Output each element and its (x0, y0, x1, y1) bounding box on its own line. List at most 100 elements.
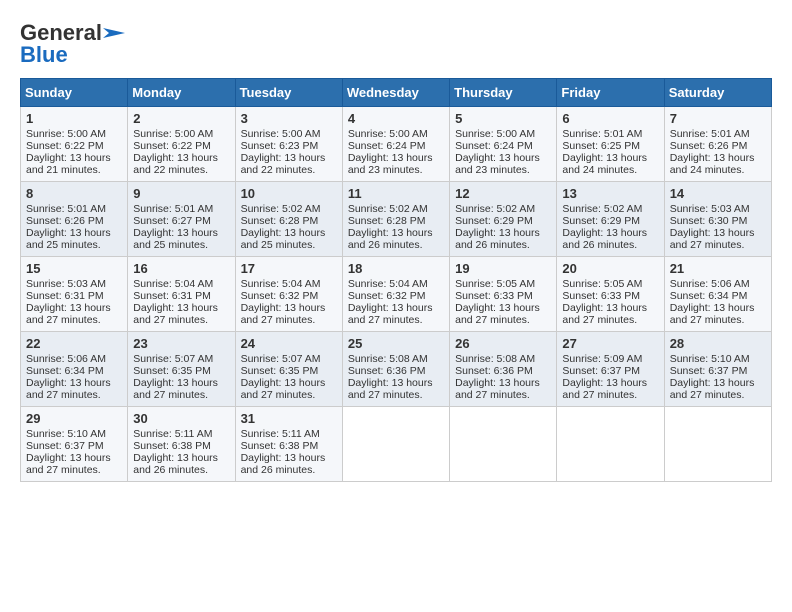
day-number: 23 (133, 336, 229, 351)
day-number: 10 (241, 186, 337, 201)
daylight-label: Daylight: 13 hours (26, 302, 111, 314)
daylight-minutes: and 23 minutes. (455, 164, 530, 176)
sunset-label: Sunset: 6:24 PM (348, 140, 426, 152)
week-row-1: 1 Sunrise: 5:00 AM Sunset: 6:22 PM Dayli… (21, 107, 772, 182)
sunrise-label: Sunrise: 5:01 AM (562, 128, 642, 140)
sunrise-label: Sunrise: 5:11 AM (241, 428, 320, 440)
sunset-label: Sunset: 6:27 PM (133, 215, 211, 227)
day-number: 26 (455, 336, 551, 351)
daylight-label: Daylight: 13 hours (26, 227, 111, 239)
sunset-label: Sunset: 6:34 PM (26, 365, 104, 377)
header-thursday: Thursday (450, 79, 557, 107)
day-cell: 31 Sunrise: 5:11 AM Sunset: 6:38 PM Dayl… (235, 407, 342, 482)
day-cell: 14 Sunrise: 5:03 AM Sunset: 6:30 PM Dayl… (664, 182, 771, 257)
daylight-minutes: and 27 minutes. (348, 314, 423, 326)
day-cell: 5 Sunrise: 5:00 AM Sunset: 6:24 PM Dayli… (450, 107, 557, 182)
daylight-label: Daylight: 13 hours (562, 152, 647, 164)
sunrise-label: Sunrise: 5:03 AM (670, 203, 750, 215)
day-cell (557, 407, 664, 482)
sunset-label: Sunset: 6:36 PM (455, 365, 533, 377)
sunrise-label: Sunrise: 5:04 AM (348, 278, 428, 290)
sunrise-label: Sunrise: 5:00 AM (241, 128, 321, 140)
daylight-minutes: and 25 minutes. (133, 239, 208, 251)
daylight-minutes: and 27 minutes. (133, 314, 208, 326)
calendar-table: SundayMondayTuesdayWednesdayThursdayFrid… (20, 78, 772, 482)
day-cell: 13 Sunrise: 5:02 AM Sunset: 6:29 PM Dayl… (557, 182, 664, 257)
sunset-label: Sunset: 6:33 PM (455, 290, 533, 302)
day-cell: 9 Sunrise: 5:01 AM Sunset: 6:27 PM Dayli… (128, 182, 235, 257)
sunrise-label: Sunrise: 5:06 AM (670, 278, 750, 290)
daylight-label: Daylight: 13 hours (241, 302, 326, 314)
week-row-4: 22 Sunrise: 5:06 AM Sunset: 6:34 PM Dayl… (21, 332, 772, 407)
daylight-minutes: and 27 minutes. (26, 389, 101, 401)
sunrise-label: Sunrise: 5:09 AM (562, 353, 642, 365)
sunset-label: Sunset: 6:25 PM (562, 140, 640, 152)
day-number: 4 (348, 111, 444, 126)
sunrise-label: Sunrise: 5:10 AM (670, 353, 750, 365)
logo-blue: Blue (20, 42, 68, 68)
day-number: 17 (241, 261, 337, 276)
daylight-label: Daylight: 13 hours (133, 302, 218, 314)
daylight-minutes: and 27 minutes. (241, 389, 316, 401)
sunset-label: Sunset: 6:29 PM (455, 215, 533, 227)
day-cell: 20 Sunrise: 5:05 AM Sunset: 6:33 PM Dayl… (557, 257, 664, 332)
day-cell: 29 Sunrise: 5:10 AM Sunset: 6:37 PM Dayl… (21, 407, 128, 482)
header-monday: Monday (128, 79, 235, 107)
sunset-label: Sunset: 6:35 PM (241, 365, 319, 377)
sunrise-label: Sunrise: 5:11 AM (133, 428, 212, 440)
daylight-minutes: and 26 minutes. (241, 464, 316, 476)
sunset-label: Sunset: 6:37 PM (562, 365, 640, 377)
sunset-label: Sunset: 6:24 PM (455, 140, 533, 152)
day-cell: 21 Sunrise: 5:06 AM Sunset: 6:34 PM Dayl… (664, 257, 771, 332)
day-number: 8 (26, 186, 122, 201)
page-header: General Blue (20, 20, 772, 68)
sunset-label: Sunset: 6:34 PM (670, 290, 748, 302)
daylight-minutes: and 27 minutes. (455, 314, 530, 326)
sunrise-label: Sunrise: 5:10 AM (26, 428, 106, 440)
day-number: 30 (133, 411, 229, 426)
daylight-label: Daylight: 13 hours (348, 152, 433, 164)
daylight-minutes: and 27 minutes. (670, 314, 745, 326)
day-cell: 3 Sunrise: 5:00 AM Sunset: 6:23 PM Dayli… (235, 107, 342, 182)
daylight-label: Daylight: 13 hours (348, 377, 433, 389)
daylight-minutes: and 23 minutes. (348, 164, 423, 176)
week-row-2: 8 Sunrise: 5:01 AM Sunset: 6:26 PM Dayli… (21, 182, 772, 257)
sunset-label: Sunset: 6:28 PM (241, 215, 319, 227)
daylight-label: Daylight: 13 hours (241, 377, 326, 389)
daylight-minutes: and 27 minutes. (26, 314, 101, 326)
daylight-minutes: and 26 minutes. (562, 239, 637, 251)
daylight-minutes: and 26 minutes. (455, 239, 530, 251)
daylight-minutes: and 26 minutes. (133, 464, 208, 476)
daylight-minutes: and 25 minutes. (26, 239, 101, 251)
daylight-label: Daylight: 13 hours (133, 452, 218, 464)
sunset-label: Sunset: 6:31 PM (26, 290, 104, 302)
day-number: 28 (670, 336, 766, 351)
daylight-label: Daylight: 13 hours (241, 452, 326, 464)
sunrise-label: Sunrise: 5:01 AM (133, 203, 213, 215)
sunrise-label: Sunrise: 5:02 AM (455, 203, 535, 215)
daylight-minutes: and 25 minutes. (241, 239, 316, 251)
sunset-label: Sunset: 6:33 PM (562, 290, 640, 302)
day-number: 16 (133, 261, 229, 276)
header-saturday: Saturday (664, 79, 771, 107)
day-cell: 11 Sunrise: 5:02 AM Sunset: 6:28 PM Dayl… (342, 182, 449, 257)
sunrise-label: Sunrise: 5:08 AM (348, 353, 428, 365)
day-number: 27 (562, 336, 658, 351)
day-number: 11 (348, 186, 444, 201)
day-cell: 2 Sunrise: 5:00 AM Sunset: 6:22 PM Dayli… (128, 107, 235, 182)
daylight-minutes: and 27 minutes. (670, 239, 745, 251)
day-cell: 4 Sunrise: 5:00 AM Sunset: 6:24 PM Dayli… (342, 107, 449, 182)
day-cell: 24 Sunrise: 5:07 AM Sunset: 6:35 PM Dayl… (235, 332, 342, 407)
daylight-minutes: and 26 minutes. (348, 239, 423, 251)
sunrise-label: Sunrise: 5:02 AM (562, 203, 642, 215)
day-number: 12 (455, 186, 551, 201)
day-cell: 27 Sunrise: 5:09 AM Sunset: 6:37 PM Dayl… (557, 332, 664, 407)
daylight-label: Daylight: 13 hours (26, 377, 111, 389)
daylight-label: Daylight: 13 hours (241, 152, 326, 164)
daylight-label: Daylight: 13 hours (670, 227, 755, 239)
day-number: 1 (26, 111, 122, 126)
day-cell: 12 Sunrise: 5:02 AM Sunset: 6:29 PM Dayl… (450, 182, 557, 257)
sunrise-label: Sunrise: 5:02 AM (348, 203, 428, 215)
sunset-label: Sunset: 6:30 PM (670, 215, 748, 227)
sunrise-label: Sunrise: 5:01 AM (670, 128, 750, 140)
